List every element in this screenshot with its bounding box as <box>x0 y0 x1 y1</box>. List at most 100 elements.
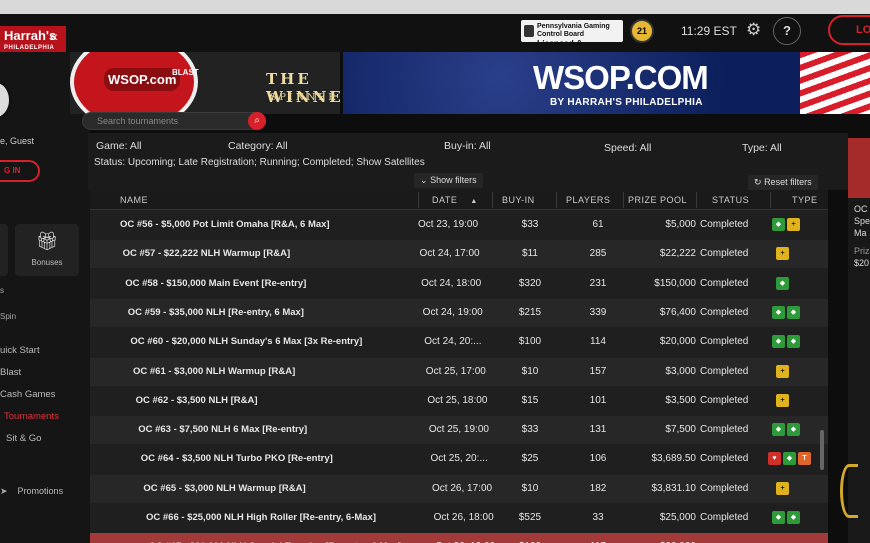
col-separator <box>696 192 697 208</box>
tournament-date: Oct 24, 20:... <box>424 336 482 348</box>
tournament-status: Completed <box>700 482 749 494</box>
filter-status[interactable]: Status: Upcoming; Late Registration; Run… <box>94 157 425 168</box>
col-type[interactable]: TYPE <box>792 195 818 205</box>
sidebar-small-1: s <box>0 286 4 295</box>
filter-type[interactable]: Type: All <box>742 142 782 154</box>
tournament-buyin: $33 <box>521 219 539 230</box>
tournament-prize: $150,000 <box>654 277 696 289</box>
wheel-logo: WSOP.com <box>104 68 181 91</box>
sidebar-spin[interactable]: Spin <box>0 312 16 321</box>
help-button[interactable]: ? <box>773 17 801 45</box>
filter-category[interactable]: Category: All <box>228 140 288 152</box>
tournament-prize: $3,500 <box>665 394 696 406</box>
tournament-players: 182 <box>589 482 607 494</box>
wsop-byline: BY HARRAH'S PHILADELPHIA <box>550 97 703 108</box>
login-button[interactable]: LO <box>828 15 870 45</box>
table-row[interactable]: OC #62 - $3,500 NLH [R&A] Oct 25, 18:00 $1… <box>90 387 828 415</box>
col-separator <box>623 192 624 208</box>
tournament-name: OC #61 - $3,000 NLH Warmup [R&A] <box>133 365 296 377</box>
promotions-icon: ➤ <box>0 486 8 496</box>
table-row[interactable]: OC #58 - $150,000 Main Event [Re-entry] O… <box>90 270 828 298</box>
tournament-type-green-icon: ◆ <box>787 335 800 349</box>
promotions-label: Promotions <box>17 486 64 496</box>
flag-stripes <box>800 52 870 114</box>
tournament-buyin: $215 <box>518 306 542 318</box>
tournament-type-tags: ◆ ◆ <box>772 305 800 319</box>
sidebar-item-sit-and-go[interactable]: Sit & Go <box>6 433 41 444</box>
tournament-buyin: $33 <box>521 424 539 436</box>
tournament-date: Oct 24, 19:00 <box>422 306 483 318</box>
wsop-banner[interactable]: WSOP.COM BY HARRAH'S PHILADELPHIA <box>343 52 870 114</box>
col-date[interactable]: DATE ▲ <box>432 195 478 205</box>
tournament-type-orange-icon: T <box>798 452 811 466</box>
tournament-type-green-icon: ◆ <box>787 423 800 437</box>
top-bar: Harrah's PHILADELPHIA « Pennsylvania Gam… <box>0 0 870 55</box>
sidebar-item-tournaments[interactable]: Tournaments <box>4 411 59 422</box>
sidebar-item-cash-games[interactable]: Cash Games <box>0 389 55 400</box>
table-row[interactable]: OC #65 - $3,000 NLH Warmup [R&A] Oct 26, … <box>90 474 828 503</box>
table-row[interactable]: OC #59 - $35,000 NLH [Re-entry, 6 Max] Oc… <box>90 298 828 327</box>
tournament-buyin: $11 <box>522 248 538 260</box>
sidebar-login-button[interactable]: G IN <box>0 160 40 182</box>
spinner-wheel-image: WSOP.com BLAST <box>70 52 199 114</box>
winner-spinner-banner[interactable]: WSOP.com BLAST THE WINNER SPINNER <box>70 52 340 114</box>
tournament-name: OC #63 - $7,500 NLH 6 Max [Re-entry] <box>138 424 308 436</box>
table-header: NAME DATE ▲ BUY-IN PLAYERS PRIZE POOL ST… <box>90 190 828 210</box>
tournament-name: OC #59 - $35,000 NLH [Re-entry, 6 Max] <box>127 306 304 318</box>
tournament-status: Completed <box>700 453 749 465</box>
tournament-prize: $3,000 <box>665 365 696 377</box>
tournament-name: OC #64 - $3,500 NLH Turbo PKO [Re-entry] <box>140 453 333 465</box>
chevron-down-icon: ⌄ <box>420 175 428 185</box>
tournament-buyin: $10 <box>521 365 539 377</box>
col-name[interactable]: NAME <box>120 195 148 205</box>
clock: 11:29 EST <box>681 24 737 38</box>
table-scrollbar[interactable] <box>820 430 824 470</box>
tournament-type-tags: + <box>776 247 789 261</box>
filter-game[interactable]: Game: All <box>96 140 142 152</box>
filter-panel: Game: All Category: All Buy-in: All Spee… <box>88 133 848 190</box>
tournament-prize: $20,000 <box>659 336 696 348</box>
tournament-players: 231 <box>589 277 607 289</box>
search-input[interactable]: Search tournaments <box>82 112 266 130</box>
tournament-type-green-icon: ◆ <box>776 276 789 290</box>
filter-speed[interactable]: Speed: All <box>604 142 651 154</box>
sidebar-item-promotions[interactable]: ➤ Promotions <box>0 486 63 497</box>
reset-filters-label: Reset filters <box>764 177 812 187</box>
tournament-name: OC #62 - $3,500 NLH [R&A] <box>135 394 258 406</box>
collapse-sidebar-icon[interactable]: « <box>50 28 58 44</box>
tournament-type-green-icon: ◆ <box>772 423 785 437</box>
table-row[interactable]: OC #64 - $3,500 NLH Turbo PKO [Re-entry]… <box>90 445 828 473</box>
sidebar-item-quick-start[interactable]: uick Start <box>0 345 40 356</box>
col-players[interactable]: PLAYERS <box>566 195 610 205</box>
laurel-icon <box>840 464 858 518</box>
sort-asc-icon: ▲ <box>470 198 478 205</box>
col-prize-pool[interactable]: PRIZE POOL <box>628 195 687 205</box>
col-separator <box>492 192 493 208</box>
col-buyin[interactable]: BUY-IN <box>502 195 535 205</box>
tournament-type-yellow-icon: + <box>776 393 789 407</box>
show-filters-button[interactable]: ⌄ Show filters <box>414 173 483 188</box>
table-row[interactable]: OC #63 - $7,500 NLH 6 Max [Re-entry] Oct … <box>90 416 828 445</box>
tournament-type-tags: ◆ ◆ <box>772 335 800 349</box>
bonuses-tile[interactable]: 🎁︎ Bonuses <box>15 224 79 276</box>
filter-buyin[interactable]: Buy-in: All <box>444 140 491 152</box>
table-row[interactable]: OC #67 - $20,000 NLH Special Tuesday [Re… <box>90 533 828 543</box>
tournament-status: Completed <box>700 394 749 406</box>
featured-line-1: OC <box>854 204 868 214</box>
table-row[interactable]: OC #66 - $25,000 NLH High Roller [Re-ent… <box>90 504 828 532</box>
sidebar-tile-partial[interactable]: s <box>0 224 8 276</box>
col-status[interactable]: STATUS <box>712 195 749 205</box>
welcome-text: e, Guest <box>0 136 35 146</box>
table-row[interactable]: OC #56 - $5,000 Pot Limit Omaha [R&A, 6 … <box>90 211 828 239</box>
reset-filters-button[interactable]: ↻ Reset filters <box>748 175 818 190</box>
table-row[interactable]: OC #61 - $3,000 NLH Warmup [R&A] Oct 25, … <box>90 357 828 386</box>
table-row[interactable]: OC #57 - $22,222 NLH Warmup [R&A] Oct 24,… <box>90 240 828 269</box>
col-separator <box>770 192 771 208</box>
table-row[interactable]: OC #60 - $20,000 NLH Sunday's 6 Max [3x … <box>90 328 828 356</box>
tournament-status: Completed <box>700 277 749 289</box>
gear-icon[interactable]: ⚙ <box>746 21 764 39</box>
avatar[interactable] <box>0 80 12 120</box>
sidebar-item-blast[interactable]: Blast <box>0 367 21 378</box>
wheel-blast-label: BLAST <box>172 68 199 77</box>
search-icon[interactable]: ⌕ <box>248 112 266 130</box>
